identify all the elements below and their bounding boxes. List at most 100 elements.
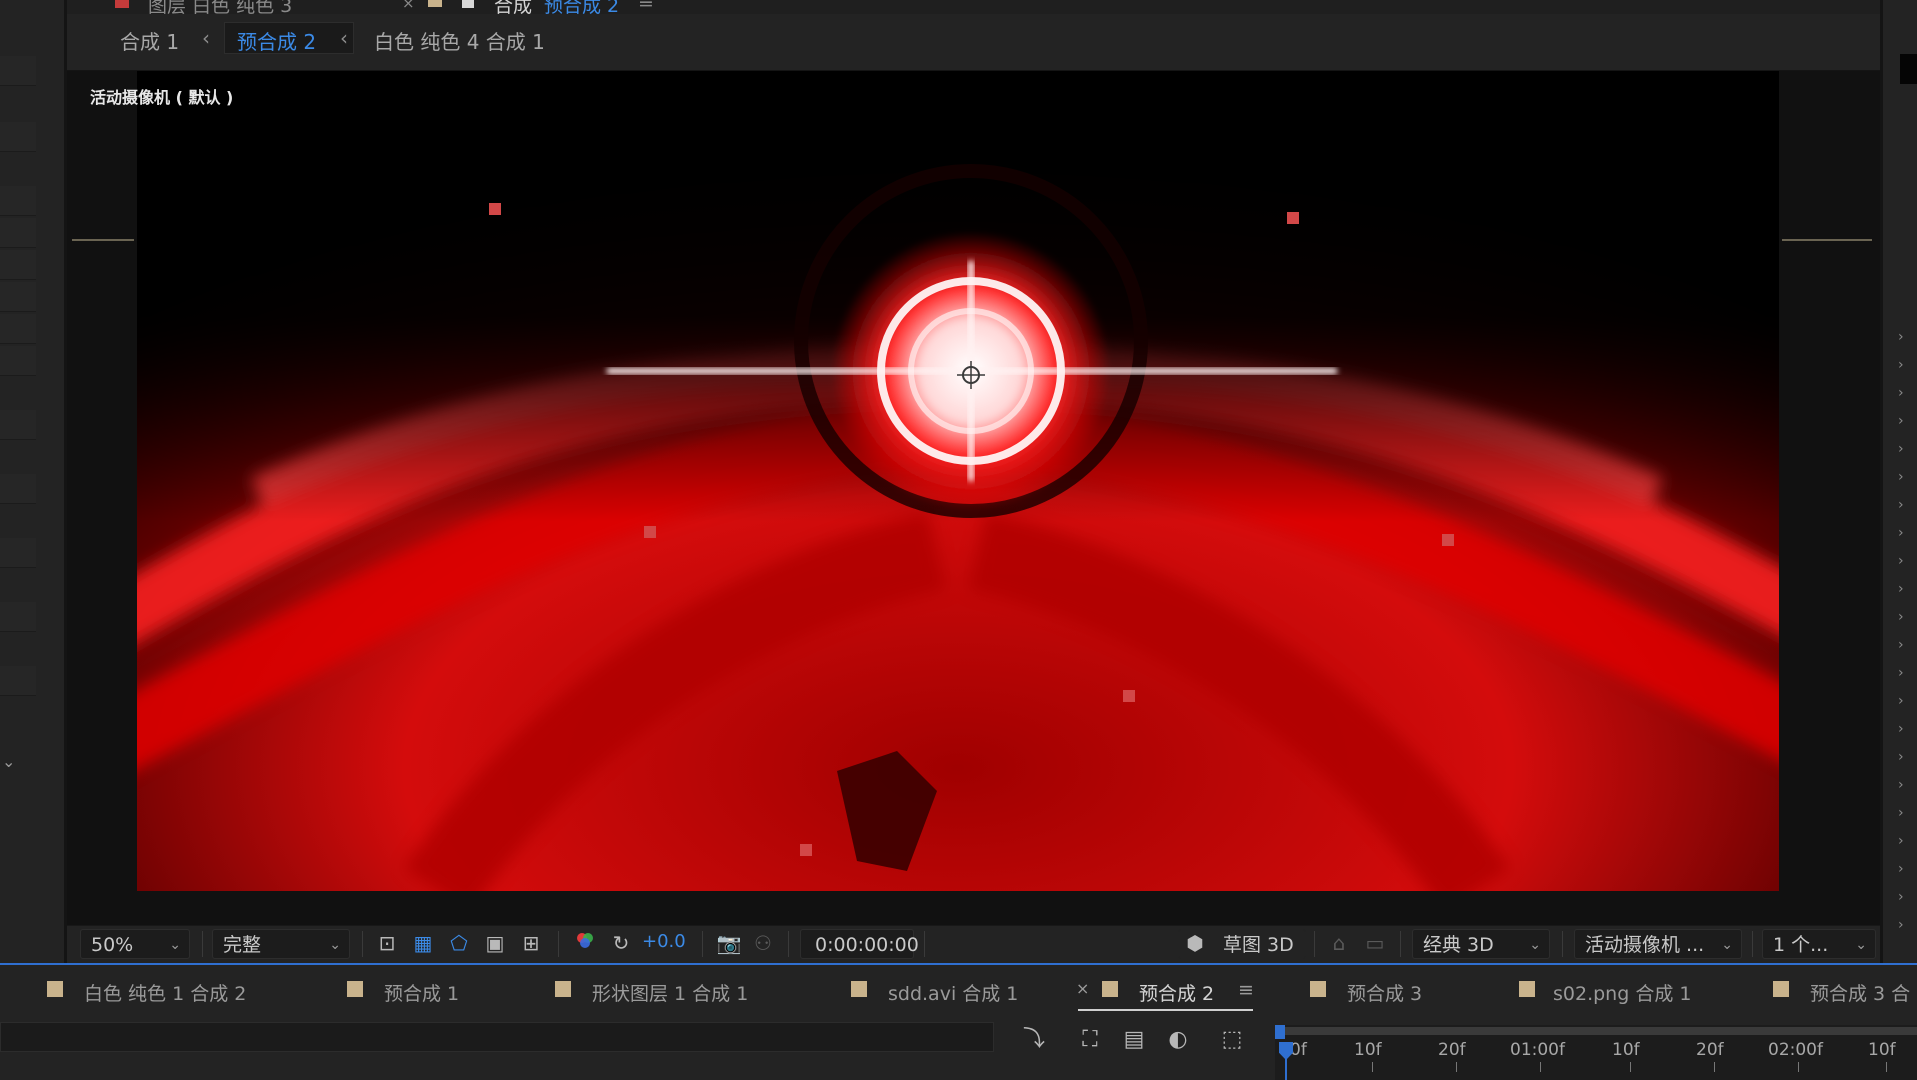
region-of-interest-icon[interactable]: ⊡ [374,930,400,956]
chevron-right-icon[interactable]: › [1898,442,1912,456]
breadcrumb-item[interactable]: 白色 纯色 4 合成 1 [374,26,545,55]
playhead-line [1285,1058,1287,1080]
tab-swatch [1102,981,1118,997]
reset-exposure-icon[interactable]: ↻ [608,930,634,956]
toolbar-divider [1752,931,1753,957]
panel-row[interactable] [0,538,36,568]
renderer-value: 经典 3D [1423,934,1494,956]
chevron-right-icon[interactable]: › [1898,526,1912,540]
timecode-field[interactable]: 0:00:00:00 [800,929,919,959]
chevron-right-icon[interactable]: › [1898,470,1912,484]
close-icon[interactable]: × [402,0,415,12]
timeline-tab[interactable]: 白色 纯色 1 合成 2 [84,979,246,1006]
chevron-right-icon[interactable]: › [1898,750,1912,764]
resolution-value: 完整 [223,934,262,956]
transparency-grid-icon[interactable]: ▦ [410,930,436,956]
tab-menu-icon[interactable]: ≡ [638,0,654,13]
zoom-value: 50% [91,934,134,956]
lock-icon[interactable] [462,0,474,8]
chevron-right-icon[interactable]: › [1898,554,1912,568]
timeline-layer-icon[interactable]: ▤ [1120,1026,1148,1054]
panel-row[interactable] [0,218,36,248]
timeline-tab[interactable]: sdd.avi 合成 1 [888,979,1018,1006]
chevron-right-icon[interactable]: › [1898,722,1912,736]
panel-row[interactable] [0,666,36,696]
active-tab-underline [1078,1009,1253,1011]
motion-blur-icon[interactable]: ◐ [1164,1026,1192,1054]
panel-row[interactable] [0,410,36,440]
view-layout-dropdown[interactable]: 1 个... ⌄ [1762,929,1876,959]
shy-layers-icon[interactable]: ⛶ [1076,1026,1104,1054]
camera-dropdown[interactable]: 活动摄像机 ... ⌄ [1574,929,1742,959]
graph-editor-icon[interactable]: ⬚ [1218,1026,1246,1054]
tab-menu-icon[interactable]: ≡ [1238,979,1254,1001]
timeline-tab-active[interactable]: 预合成 2 [1139,979,1214,1006]
exposure-value[interactable]: +0.0 [642,931,686,952]
timeline-tab[interactable]: 预合成 3 [1347,979,1422,1006]
draft3d-icon: ⬢ [1186,931,1204,955]
chevron-right-icon[interactable]: › [1898,806,1912,820]
ruler-tick [1540,1062,1541,1072]
panel-row[interactable] [0,474,36,504]
timeline-tab[interactable]: 预合成 1 [384,979,459,1006]
composition-canvas[interactable] [137,71,1779,891]
work-area-bar[interactable] [1278,1027,1917,1035]
timeline-tool-icon[interactable]: ⤵ [1020,1026,1048,1054]
chevron-right-icon[interactable]: › [1898,694,1912,708]
resolution-dropdown[interactable]: 完整 ⌄ [212,929,350,959]
chevron-right-icon[interactable]: › [1898,890,1912,904]
renderer-dropdown[interactable]: 经典 3D ⌄ [1412,929,1550,959]
toolbar-divider [362,931,363,957]
chevron-down-icon[interactable]: ⌄ [2,752,26,776]
safe-margins-icon[interactable]: ▣ [482,930,508,956]
breadcrumb-item[interactable]: 合成 1 [120,26,179,55]
breadcrumb-separator: ‹ [202,26,210,50]
show-snapshot-icon[interactable]: ⚇ [750,930,776,956]
tab-swatch [1519,981,1535,997]
render-preview [137,71,1779,891]
timeline-tab[interactable]: 预合成 3 合 [1810,979,1910,1006]
guide-line-right [1782,239,1872,241]
chevron-right-icon[interactable]: › [1898,862,1912,876]
panel-row[interactable] [0,250,36,280]
solo-icon[interactable]: ⌂ [1326,930,1352,956]
panel-row[interactable] [0,346,36,376]
chevron-right-icon[interactable]: › [1898,834,1912,848]
chevron-right-icon[interactable]: › [1898,666,1912,680]
chevron-right-icon[interactable]: › [1898,358,1912,372]
mask-path-icon[interactable]: ⬠ [446,930,472,956]
panel-row[interactable] [0,282,36,312]
ruler-tick-label: 01:00f [1510,1040,1565,1060]
ruler-tick [1886,1062,1887,1072]
chevron-right-icon[interactable]: › [1898,498,1912,512]
chevron-right-icon[interactable]: › [1898,638,1912,652]
chevron-right-icon[interactable]: › [1898,386,1912,400]
toolbar-divider [1314,931,1315,957]
close-icon[interactable]: × [1076,979,1089,998]
panel-row[interactable] [0,56,36,86]
panel-row[interactable] [0,122,36,152]
timeline-tab[interactable]: 形状图层 1 合成 1 [592,979,748,1006]
panel-row[interactable] [0,314,36,344]
chevron-right-icon[interactable]: › [1898,414,1912,428]
camera-snapshot-icon[interactable]: 📷 [716,930,742,956]
ruler-tick-label: 10f [1354,1040,1382,1060]
draft3d-label: 草图 3D [1223,934,1294,956]
chevron-down-icon: ⌄ [1721,937,1733,953]
grid-guides-icon[interactable]: ⊞ [518,930,544,956]
chevron-right-icon[interactable]: › [1898,918,1912,932]
composition-tab-strip [67,0,1880,14]
chevron-right-icon[interactable]: › [1898,582,1912,596]
panel-row[interactable] [0,186,36,216]
chevron-right-icon[interactable]: › [1898,330,1912,344]
work-area-start-handle[interactable] [1275,1025,1285,1039]
timeline-search-input[interactable] [0,1022,994,1052]
zoom-dropdown[interactable]: 50% ⌄ [80,929,190,959]
breadcrumb-item-active[interactable]: 预合成 2 [237,26,316,55]
panel-row[interactable] [0,602,36,632]
chevron-right-icon[interactable]: › [1898,778,1912,792]
chevron-right-icon[interactable]: › [1898,610,1912,624]
channel-icon[interactable] [572,930,598,956]
extended-viewer-icon[interactable]: ▭ [1362,930,1388,956]
timeline-tab[interactable]: s02.png 合成 1 [1553,979,1691,1006]
